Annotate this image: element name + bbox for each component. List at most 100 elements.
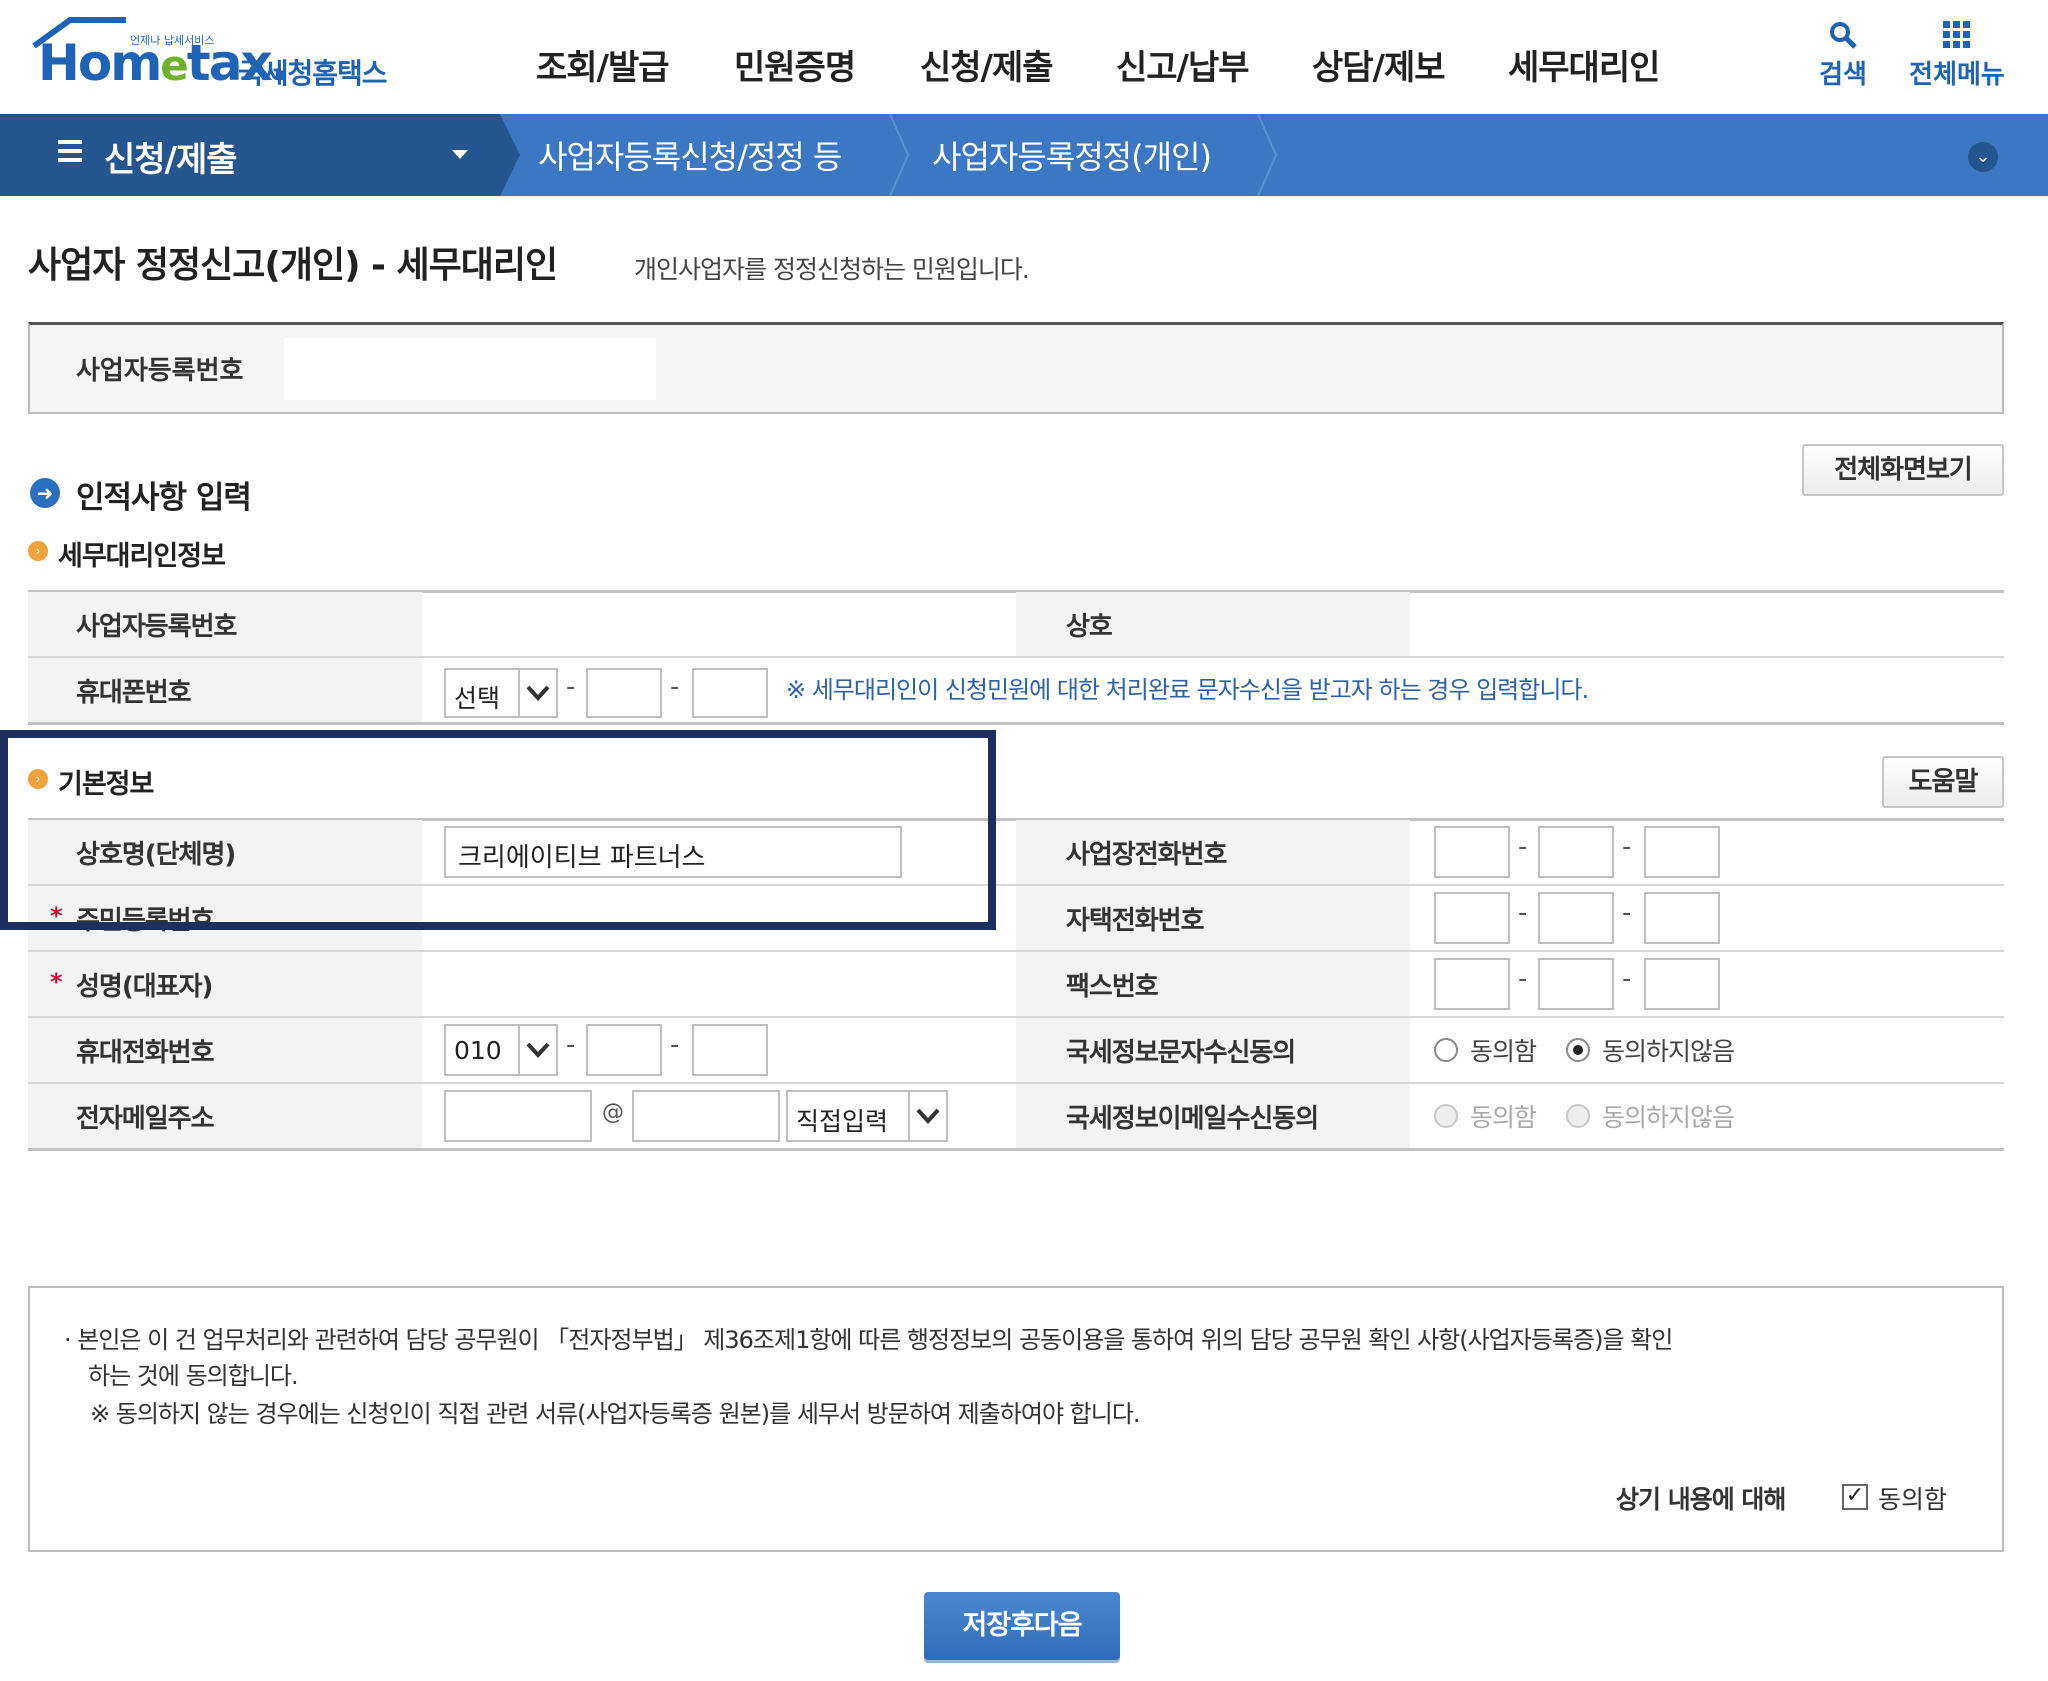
email-at-sign: @ bbox=[602, 1100, 624, 1125]
breadcrumb-arrow bbox=[500, 114, 520, 196]
dash: - bbox=[1518, 964, 1528, 994]
biz-number-label: 사업자등록번호 bbox=[76, 356, 244, 386]
nav-report-payment[interactable]: 신고/납부 bbox=[1116, 40, 1250, 89]
agent-mobile-mid-input[interactable] bbox=[586, 668, 662, 718]
chevron-separator-icon bbox=[888, 113, 912, 197]
biz-phone-mid-input[interactable] bbox=[1538, 826, 1614, 878]
email-id-input[interactable] bbox=[444, 1090, 592, 1142]
mobile-label: 휴대전화번호 bbox=[76, 1038, 215, 1068]
nav-application[interactable]: 신청/제출 bbox=[920, 40, 1054, 89]
nav-tax-agent[interactable]: 세무대리인 bbox=[1508, 40, 1660, 89]
agent-company-label: 상호 bbox=[1066, 612, 1113, 642]
chevron-down-icon[interactable]: ⌄ bbox=[1968, 142, 1998, 172]
agent-sms-note: ※ 세무대리인이 신청민원에 대한 처리완료 문자수신을 받고자 하는 경우 입… bbox=[786, 676, 1589, 704]
agent-mobile-last-input[interactable] bbox=[692, 668, 768, 718]
agreement-check-label: 동의함 bbox=[1878, 1485, 1948, 1514]
email-consent-label: 국세정보이메일수신동의 bbox=[1066, 1104, 1319, 1134]
agreement-question: 상기 내용에 대해 bbox=[1616, 1485, 1786, 1514]
home-phone-label: 자택전화번호 bbox=[1066, 906, 1205, 936]
dash: - bbox=[1622, 832, 1632, 862]
table-bottom-line bbox=[28, 1148, 2004, 1151]
chevron-down-icon bbox=[518, 1026, 556, 1074]
sms-consent-disagree-label: 동의하지않음 bbox=[1602, 1037, 1735, 1066]
agent-mobile-prefix-select[interactable]: 선택 bbox=[444, 668, 558, 718]
email-domain-input[interactable] bbox=[632, 1090, 780, 1142]
home-phone-area-input[interactable] bbox=[1434, 892, 1510, 944]
table-row-line bbox=[28, 656, 2004, 658]
biz-phone-last-input[interactable] bbox=[1644, 826, 1720, 878]
email-domain-select[interactable]: 직접입력 bbox=[786, 1090, 948, 1142]
breadcrumb-level3[interactable]: 사업자등록정정(개인) bbox=[932, 132, 1212, 178]
dash: - bbox=[670, 1030, 680, 1060]
select-value: 선택 bbox=[454, 684, 501, 713]
table-row-line bbox=[28, 1016, 2004, 1018]
section-title: 인적사항 입력 bbox=[76, 480, 252, 516]
bullet-icon: › bbox=[28, 541, 48, 561]
biz-phone-area-input[interactable] bbox=[1434, 826, 1510, 878]
agreement-line-3: ※ 동의하지 않는 경우에는 신청인이 직접 관련 서류(사업자등록증 원본)를… bbox=[90, 1400, 1141, 1428]
required-mark: * bbox=[50, 968, 63, 996]
sms-consent-disagree-radio[interactable] bbox=[1566, 1038, 1590, 1062]
mobile-mid-input[interactable] bbox=[586, 1024, 662, 1076]
email-consent-agree-label: 동의함 bbox=[1470, 1103, 1537, 1132]
home-phone-last-input[interactable] bbox=[1644, 892, 1720, 944]
search-label: 검색 bbox=[1819, 60, 1867, 90]
table-bottom-line bbox=[28, 722, 2004, 725]
logo-text-hom: Hom bbox=[38, 34, 162, 92]
fax-last-input[interactable] bbox=[1644, 958, 1720, 1010]
nav-consult[interactable]: 상담/제보 bbox=[1312, 40, 1446, 89]
search-icon bbox=[1788, 20, 1898, 54]
all-menu-button[interactable]: 전체메뉴 bbox=[1902, 20, 2012, 91]
page-title: 사업자 정정신고(개인) - 세무대리인 bbox=[28, 245, 558, 286]
sms-consent-agree-radio[interactable] bbox=[1434, 1038, 1458, 1062]
email-consent-disagree-radio[interactable] bbox=[1566, 1104, 1590, 1128]
breadcrumb-level2[interactable]: 사업자등록신청/정정 등 bbox=[538, 132, 842, 178]
logo-text-e: e bbox=[160, 41, 188, 90]
fax-label: 팩스번호 bbox=[1066, 972, 1159, 1002]
agent-info-title: 세무대리인정보 bbox=[58, 541, 226, 572]
agreement-checkbox[interactable]: ✓ bbox=[1842, 1484, 1868, 1510]
help-button[interactable]: 도움말 bbox=[1882, 756, 2004, 808]
fax-mid-input[interactable] bbox=[1538, 958, 1614, 1010]
agreement-line-1: · 본인은 이 건 업무처리와 관련하여 담당 공무원이 「전자정부법」 제36… bbox=[64, 1326, 1673, 1354]
table-row-line bbox=[28, 950, 2004, 952]
logo-korean: 국세청홈택스 bbox=[238, 57, 388, 90]
dash: - bbox=[566, 672, 576, 702]
dash: - bbox=[1622, 898, 1632, 928]
save-next-button[interactable]: 저장후다음 bbox=[924, 1592, 1120, 1660]
biz-phone-label: 사업장전화번호 bbox=[1066, 840, 1227, 870]
fullscreen-button[interactable]: 전체화면보기 bbox=[1802, 444, 2004, 496]
hamburger-icon bbox=[58, 140, 82, 162]
search-button[interactable]: 검색 bbox=[1788, 20, 1898, 91]
table-row-line bbox=[28, 1082, 2004, 1084]
all-menu-label: 전체메뉴 bbox=[1909, 60, 2005, 90]
grid-icon bbox=[1902, 20, 2012, 54]
select-value: 010 bbox=[454, 1036, 502, 1065]
biz-number-value bbox=[284, 338, 656, 400]
chevron-down-icon bbox=[518, 670, 556, 716]
arrow-circle-icon: ➜ bbox=[30, 478, 60, 508]
chevron-down-icon bbox=[908, 1092, 946, 1140]
agent-biz-no-label: 사업자등록번호 bbox=[76, 612, 237, 642]
sms-consent-label: 국세정보문자수신동의 bbox=[1066, 1038, 1296, 1068]
nav-certificate[interactable]: 민원증명 bbox=[734, 40, 856, 89]
breadcrumb-menu-label: 신청/제출 bbox=[104, 140, 238, 180]
page-subtitle: 개인사업자를 정정신청하는 민원입니다. bbox=[634, 255, 1030, 284]
mobile-last-input[interactable] bbox=[692, 1024, 768, 1076]
mobile-prefix-select[interactable]: 010 bbox=[444, 1024, 558, 1076]
caret-down-icon bbox=[452, 150, 468, 159]
select-value: 직접입력 bbox=[796, 1107, 889, 1136]
home-phone-mid-input[interactable] bbox=[1538, 892, 1614, 944]
fax-area-input[interactable] bbox=[1434, 958, 1510, 1010]
sms-consent-agree-label: 동의함 bbox=[1470, 1037, 1537, 1066]
agreement-line-2: 하는 것에 동의합니다. bbox=[88, 1362, 299, 1390]
dash: - bbox=[1518, 898, 1528, 928]
dash: - bbox=[670, 672, 680, 702]
chevron-separator-icon bbox=[1256, 113, 1280, 197]
agent-mobile-label: 휴대폰번호 bbox=[76, 678, 192, 708]
email-consent-disagree-label: 동의하지않음 bbox=[1602, 1103, 1735, 1132]
nav-inquiry[interactable]: 조회/발급 bbox=[536, 40, 670, 89]
dash: - bbox=[566, 1030, 576, 1060]
dash: - bbox=[1518, 832, 1528, 862]
email-consent-agree-radio[interactable] bbox=[1434, 1104, 1458, 1128]
